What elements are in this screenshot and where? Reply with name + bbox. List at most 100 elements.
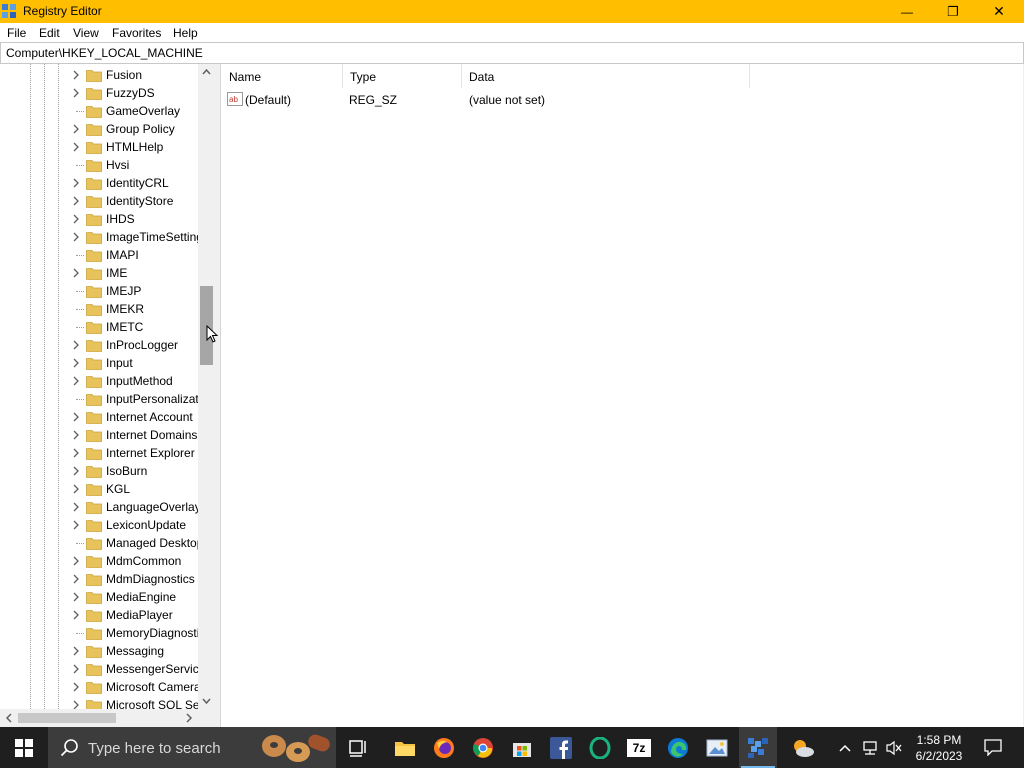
taskbar-search-box[interactable]: Type here to search bbox=[48, 727, 336, 768]
tree-item[interactable]: IMETC bbox=[0, 318, 200, 336]
column-header-data[interactable]: Data bbox=[461, 64, 750, 88]
show-hidden-icons-button[interactable] bbox=[832, 727, 858, 768]
tree-item[interactable]: IMEJP bbox=[0, 282, 200, 300]
column-header-name[interactable]: Name bbox=[221, 64, 343, 88]
tree-item[interactable]: Microsoft Camera bbox=[0, 678, 200, 696]
tree-item[interactable]: IdentityStore bbox=[0, 192, 200, 210]
menu-file[interactable]: File bbox=[7, 26, 26, 40]
opera-button[interactable] bbox=[581, 727, 619, 768]
minimize-button[interactable]: — bbox=[884, 0, 930, 23]
file-explorer-button[interactable] bbox=[386, 727, 424, 768]
chevron-right-icon[interactable] bbox=[70, 555, 82, 567]
tree-item[interactable]: Hvsi bbox=[0, 156, 200, 174]
tree-item[interactable]: IdentityCRL bbox=[0, 174, 200, 192]
facebook-button[interactable] bbox=[542, 727, 580, 768]
chevron-right-icon[interactable] bbox=[70, 267, 82, 279]
key-tree-pane[interactable]: Fusion FuzzyDS GameOverlay Group Policy HTML… bbox=[0, 64, 215, 727]
tree-item[interactable]: MdmCommon bbox=[0, 552, 200, 570]
address-path[interactable]: Computer\HKEY_LOCAL_MACHINE bbox=[6, 46, 203, 60]
tree-vertical-scrollbar[interactable] bbox=[198, 64, 215, 709]
menu-favorites[interactable]: Favorites bbox=[112, 26, 161, 40]
tree-item[interactable]: MemoryDiagnostic bbox=[0, 624, 200, 642]
chevron-right-icon[interactable] bbox=[70, 69, 82, 81]
chevron-right-icon[interactable] bbox=[70, 411, 82, 423]
maximize-button[interactable]: ❐ bbox=[930, 0, 976, 23]
tree-item[interactable]: LexiconUpdate bbox=[0, 516, 200, 534]
tree-item[interactable]: InProcLogger bbox=[0, 336, 200, 354]
tree-item[interactable]: Group Policy bbox=[0, 120, 200, 138]
tree-item[interactable]: IHDS bbox=[0, 210, 200, 228]
tree-item[interactable]: Managed Desktop bbox=[0, 534, 200, 552]
tree-item[interactable]: Internet Domains bbox=[0, 426, 200, 444]
scroll-left-icon[interactable] bbox=[5, 713, 14, 723]
chevron-right-icon[interactable] bbox=[70, 339, 82, 351]
tree-item[interactable]: MediaPlayer bbox=[0, 606, 200, 624]
tree-item[interactable]: FuzzyDS bbox=[0, 84, 200, 102]
column-header-type[interactable]: Type bbox=[342, 64, 462, 88]
tree-item[interactable]: GameOverlay bbox=[0, 102, 200, 120]
tree-item[interactable]: Internet Account bbox=[0, 408, 200, 426]
chevron-right-icon[interactable] bbox=[70, 141, 82, 153]
menu-edit[interactable]: Edit bbox=[39, 26, 60, 40]
chevron-right-icon[interactable] bbox=[70, 465, 82, 477]
tree-item[interactable]: Input bbox=[0, 354, 200, 372]
tree-item[interactable]: MdmDiagnostics bbox=[0, 570, 200, 588]
chevron-right-icon[interactable] bbox=[70, 645, 82, 657]
7zip-button[interactable]: 7z bbox=[620, 727, 658, 768]
chrome-button[interactable] bbox=[464, 727, 502, 768]
tree-item[interactable]: Fusion bbox=[0, 66, 200, 84]
close-button[interactable]: ✕ bbox=[976, 0, 1022, 23]
menu-help[interactable]: Help bbox=[173, 26, 198, 40]
tree-horizontal-scrollbar[interactable] bbox=[0, 709, 198, 727]
taskbar-clock[interactable]: 1:58 PM 6/2/2023 bbox=[906, 732, 972, 764]
chevron-right-icon[interactable] bbox=[70, 123, 82, 135]
chevron-right-icon[interactable] bbox=[70, 609, 82, 621]
task-view-button[interactable] bbox=[340, 727, 378, 768]
chevron-right-icon[interactable] bbox=[70, 357, 82, 369]
scroll-down-icon[interactable] bbox=[202, 696, 211, 705]
chevron-right-icon[interactable] bbox=[70, 681, 82, 693]
microsoft-store-button[interactable] bbox=[503, 727, 541, 768]
photo-viewer-button[interactable] bbox=[698, 727, 736, 768]
tree-item[interactable]: LanguageOverlay bbox=[0, 498, 200, 516]
values-list-pane[interactable]: Name Type Data ab (Default) REG_SZ (valu… bbox=[220, 64, 1023, 727]
tree-item[interactable]: IMAPI bbox=[0, 246, 200, 264]
tree-item[interactable]: Messaging bbox=[0, 642, 200, 660]
chevron-right-icon[interactable] bbox=[70, 177, 82, 189]
tree-horizontal-scroll-thumb[interactable] bbox=[18, 713, 116, 723]
tree-item[interactable]: KGL bbox=[0, 480, 200, 498]
menu-view[interactable]: View bbox=[73, 26, 99, 40]
tree-item[interactable]: ImageTimeSetting bbox=[0, 228, 200, 246]
chevron-right-icon[interactable] bbox=[70, 447, 82, 459]
chevron-right-icon[interactable] bbox=[70, 429, 82, 441]
edge-button[interactable] bbox=[659, 727, 697, 768]
notification-center-button[interactable] bbox=[978, 727, 1008, 768]
firefox-button[interactable] bbox=[425, 727, 463, 768]
chevron-right-icon[interactable] bbox=[70, 663, 82, 675]
volume-button[interactable] bbox=[882, 727, 906, 768]
chevron-right-icon[interactable] bbox=[70, 231, 82, 243]
start-button[interactable] bbox=[0, 727, 48, 768]
tree-item[interactable]: IsoBurn bbox=[0, 462, 200, 480]
network-button[interactable] bbox=[858, 727, 882, 768]
chevron-right-icon[interactable] bbox=[70, 573, 82, 585]
scroll-right-icon[interactable] bbox=[184, 713, 193, 723]
list-item[interactable]: ab (Default) REG_SZ (value not set) bbox=[221, 90, 751, 108]
chevron-right-icon[interactable] bbox=[70, 519, 82, 531]
tree-item[interactable]: IMEKR bbox=[0, 300, 200, 318]
chevron-right-icon[interactable] bbox=[70, 591, 82, 603]
weather-button[interactable] bbox=[784, 727, 822, 768]
tree-item[interactable]: HTMLHelp bbox=[0, 138, 200, 156]
chevron-right-icon[interactable] bbox=[70, 213, 82, 225]
tree-item[interactable]: MediaEngine bbox=[0, 588, 200, 606]
chevron-right-icon[interactable] bbox=[70, 195, 82, 207]
chevron-right-icon[interactable] bbox=[70, 87, 82, 99]
chevron-right-icon[interactable] bbox=[70, 375, 82, 387]
tree-item[interactable]: Internet Explorer bbox=[0, 444, 200, 462]
tree-item[interactable]: MessengerService bbox=[0, 660, 200, 678]
registry-editor-taskbar-button[interactable] bbox=[739, 727, 777, 768]
tree-item[interactable]: IME bbox=[0, 264, 200, 282]
chevron-right-icon[interactable] bbox=[70, 501, 82, 513]
chevron-right-icon[interactable] bbox=[70, 483, 82, 495]
address-bar[interactable]: Computer\HKEY_LOCAL_MACHINE bbox=[0, 42, 1024, 64]
